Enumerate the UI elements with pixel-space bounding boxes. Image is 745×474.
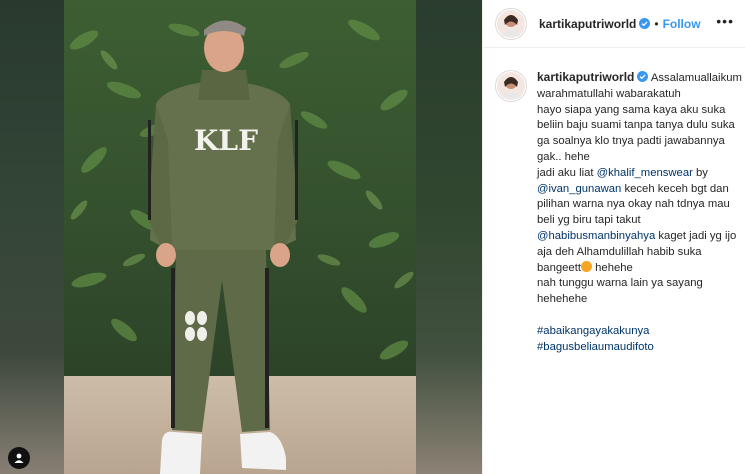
- avatar-image: [497, 72, 525, 100]
- hashtag-abaikangayakakunya[interactable]: #abaikangayakakunya: [537, 325, 649, 337]
- caption-line-5-end: hehehe: [591, 261, 633, 274]
- hoodie-logo: KLF: [194, 124, 258, 157]
- post-photo-area: KLF: [0, 0, 482, 474]
- heart-eyes-emoji-icon: [580, 260, 592, 272]
- tagged-user-button[interactable]: [8, 447, 30, 469]
- post-sidebar: kartikaputriworld • Follow ••• kartikapu…: [482, 0, 745, 474]
- verified-badge-icon: [639, 18, 651, 29]
- avatar-image: [497, 9, 525, 38]
- caption-text: kartikaputriworld Assalamuallaikum warah…: [537, 70, 745, 355]
- post-photo[interactable]: KLF: [64, 0, 416, 474]
- photo-blur-left: [0, 0, 64, 474]
- header-username[interactable]: kartikaputriworld: [539, 17, 636, 31]
- caption-line-3: jadi aku liat: [537, 166, 597, 179]
- more-options-button[interactable]: •••: [716, 13, 734, 29]
- profile-avatar[interactable]: [495, 7, 527, 40]
- caption-line-6: nah tunggu warna lain ya sayang hehehehe: [537, 277, 703, 306]
- hashtag-bagusbeliaumaudifoto[interactable]: #bagusbeliaumaudifoto: [537, 341, 654, 353]
- caption-avatar[interactable]: [495, 70, 527, 102]
- post-header: kartikaputriworld • Follow •••: [483, 0, 745, 48]
- follow-button[interactable]: Follow: [663, 17, 701, 31]
- photo-blur-right: [416, 0, 482, 474]
- caption-line-2: hayo siapa yang sama kaya aku suka belii…: [537, 103, 735, 163]
- separator-dot: •: [654, 16, 659, 31]
- verified-badge-icon: [637, 71, 649, 82]
- mention-khalif-menswear[interactable]: @khalif_menswear: [597, 167, 693, 179]
- mention-ivan-gunawan[interactable]: @ivan_gunawan: [537, 183, 621, 195]
- caption-username[interactable]: kartikaputriworld: [537, 70, 634, 84]
- user-icon: [14, 453, 24, 463]
- caption-line-3-by: by: [692, 166, 708, 179]
- mention-habibusmanbinyahya[interactable]: @habibusmanbinyahya: [537, 230, 655, 242]
